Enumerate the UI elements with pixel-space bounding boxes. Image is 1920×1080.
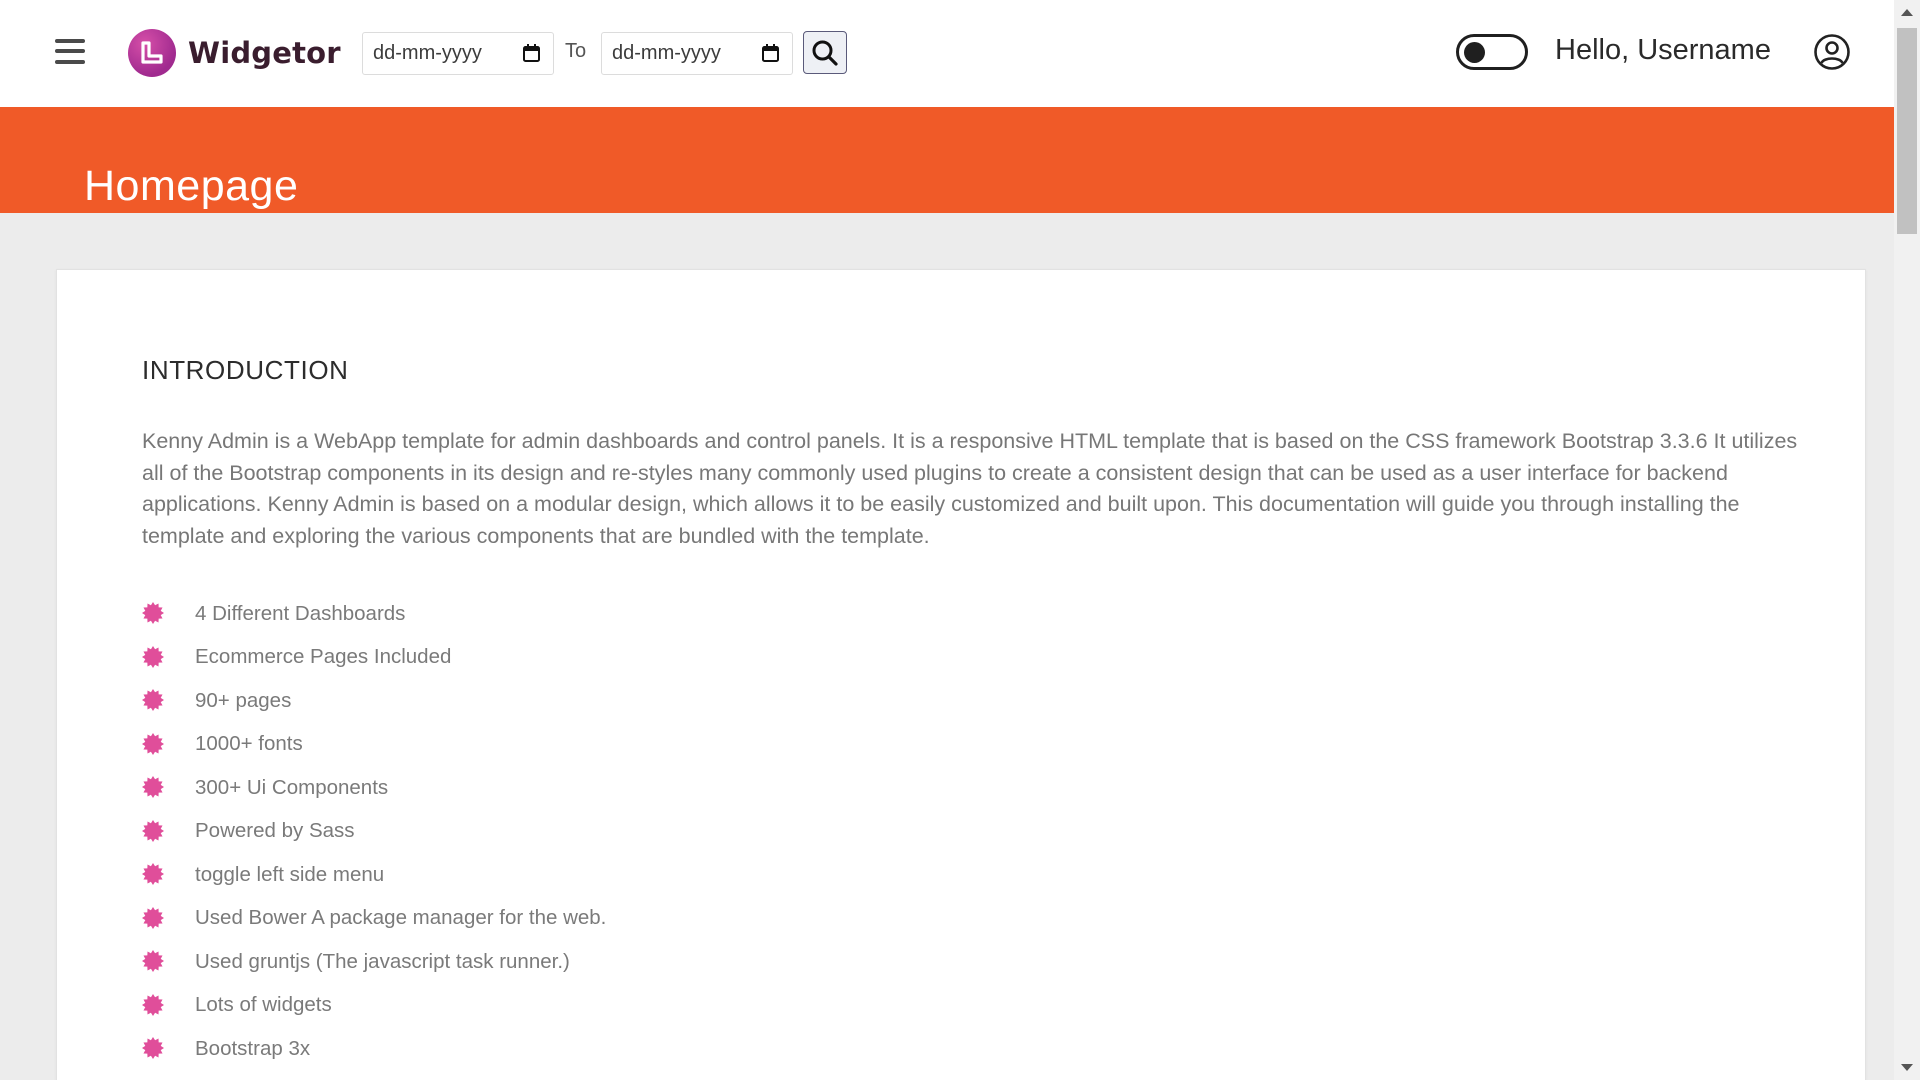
- feature-list-item: Powered by Sass: [142, 810, 606, 854]
- date-from-placeholder: dd-mm-yyyy: [373, 42, 482, 64]
- feature-list-item: 4 Different Dashboards: [142, 592, 606, 636]
- badge-bullet-icon: [142, 732, 164, 755]
- feature-label: 90+ pages: [195, 688, 292, 712]
- date-to-placeholder: dd-mm-yyyy: [612, 42, 721, 64]
- badge-bullet-icon: [142, 819, 164, 842]
- scroll-down-arrow-icon[interactable]: [1901, 1064, 1913, 1071]
- feature-label: 300+ Ui Components: [195, 775, 389, 799]
- feature-list-item: Used Bower A package manager for the web…: [142, 897, 606, 941]
- feature-list-item: 300+ Ui Components: [142, 766, 606, 810]
- content-card: INTRODUCTION Kenny Admin is a WebApp tem…: [56, 269, 1866, 1080]
- date-range-to-label: To: [565, 40, 587, 62]
- brand-logo-icon: [128, 29, 176, 77]
- user-account-icon[interactable]: [1813, 33, 1851, 71]
- theme-toggle[interactable]: [1456, 34, 1528, 70]
- calendar-icon[interactable]: [762, 44, 779, 62]
- badge-bullet-icon: [142, 863, 164, 885]
- feature-list-item: Used gruntjs (The javascript task runner…: [142, 940, 606, 984]
- feature-label: Used gruntjs (The javascript task runner…: [195, 949, 570, 973]
- toggle-knob: [1464, 42, 1485, 63]
- badge-bullet-icon: [142, 602, 164, 624]
- search-icon: [812, 40, 838, 66]
- feature-list: 4 Different Dashboards Ecommerce Pages In…: [142, 592, 606, 1071]
- page-scrollbar[interactable]: [1894, 0, 1920, 1080]
- feature-label: 1000+ fonts: [195, 732, 303, 756]
- badge-bullet-icon: [142, 993, 164, 1016]
- user-greeting: Hello, Username: [1555, 34, 1771, 66]
- badge-bullet-icon: [142, 689, 164, 711]
- feature-label: toggle left side menu: [195, 862, 385, 886]
- calendar-icon[interactable]: [523, 44, 540, 62]
- page: Widgetor dd-mm-yyyy To dd-mm-yyyy Hello,…: [0, 0, 1894, 1080]
- menu-hamburger-icon[interactable]: [52, 36, 88, 66]
- badge-bullet-icon: [142, 1037, 164, 1059]
- feature-list-item: 1000+ fonts: [142, 723, 606, 767]
- scrollbar-thumb[interactable]: [1897, 28, 1917, 234]
- brand[interactable]: Widgetor: [128, 29, 341, 77]
- feature-label: 4 Different Dashboards: [195, 601, 406, 625]
- badge-bullet-icon: [142, 906, 164, 929]
- date-from-input[interactable]: dd-mm-yyyy: [362, 32, 554, 75]
- feature-list-item: 90+ pages: [142, 679, 606, 723]
- badge-bullet-icon: [142, 776, 164, 798]
- intro-paragraph: Kenny Admin is a WebApp template for adm…: [142, 429, 1798, 548]
- feature-list-item: Ecommerce Pages Included: [142, 636, 606, 680]
- feature-label: Bootstrap 3x: [195, 1036, 311, 1060]
- feature-list-item: Lots of widgets: [142, 984, 606, 1028]
- top-navbar: Widgetor dd-mm-yyyy To dd-mm-yyyy Hello,…: [0, 0, 1894, 107]
- feature-label: Lots of widgets: [195, 993, 332, 1017]
- page-title: Homepage: [84, 161, 299, 210]
- search-button[interactable]: [803, 31, 847, 74]
- page-banner: Homepage: [0, 107, 1894, 213]
- badge-bullet-icon: [142, 645, 164, 668]
- feature-list-item: Bootstrap 3x: [142, 1027, 606, 1071]
- brand-name: Widgetor: [188, 36, 341, 70]
- feature-label: Used Bower A package manager for the web…: [195, 906, 607, 930]
- feature-label: Ecommerce Pages Included: [195, 645, 452, 669]
- scroll-up-arrow-icon[interactable]: [1901, 9, 1913, 16]
- feature-list-item: toggle left side menu: [142, 853, 606, 897]
- section-title: INTRODUCTION: [142, 355, 349, 385]
- date-to-input[interactable]: dd-mm-yyyy: [601, 32, 793, 75]
- feature-label: Powered by Sass: [195, 819, 355, 843]
- badge-bullet-icon: [142, 950, 164, 972]
